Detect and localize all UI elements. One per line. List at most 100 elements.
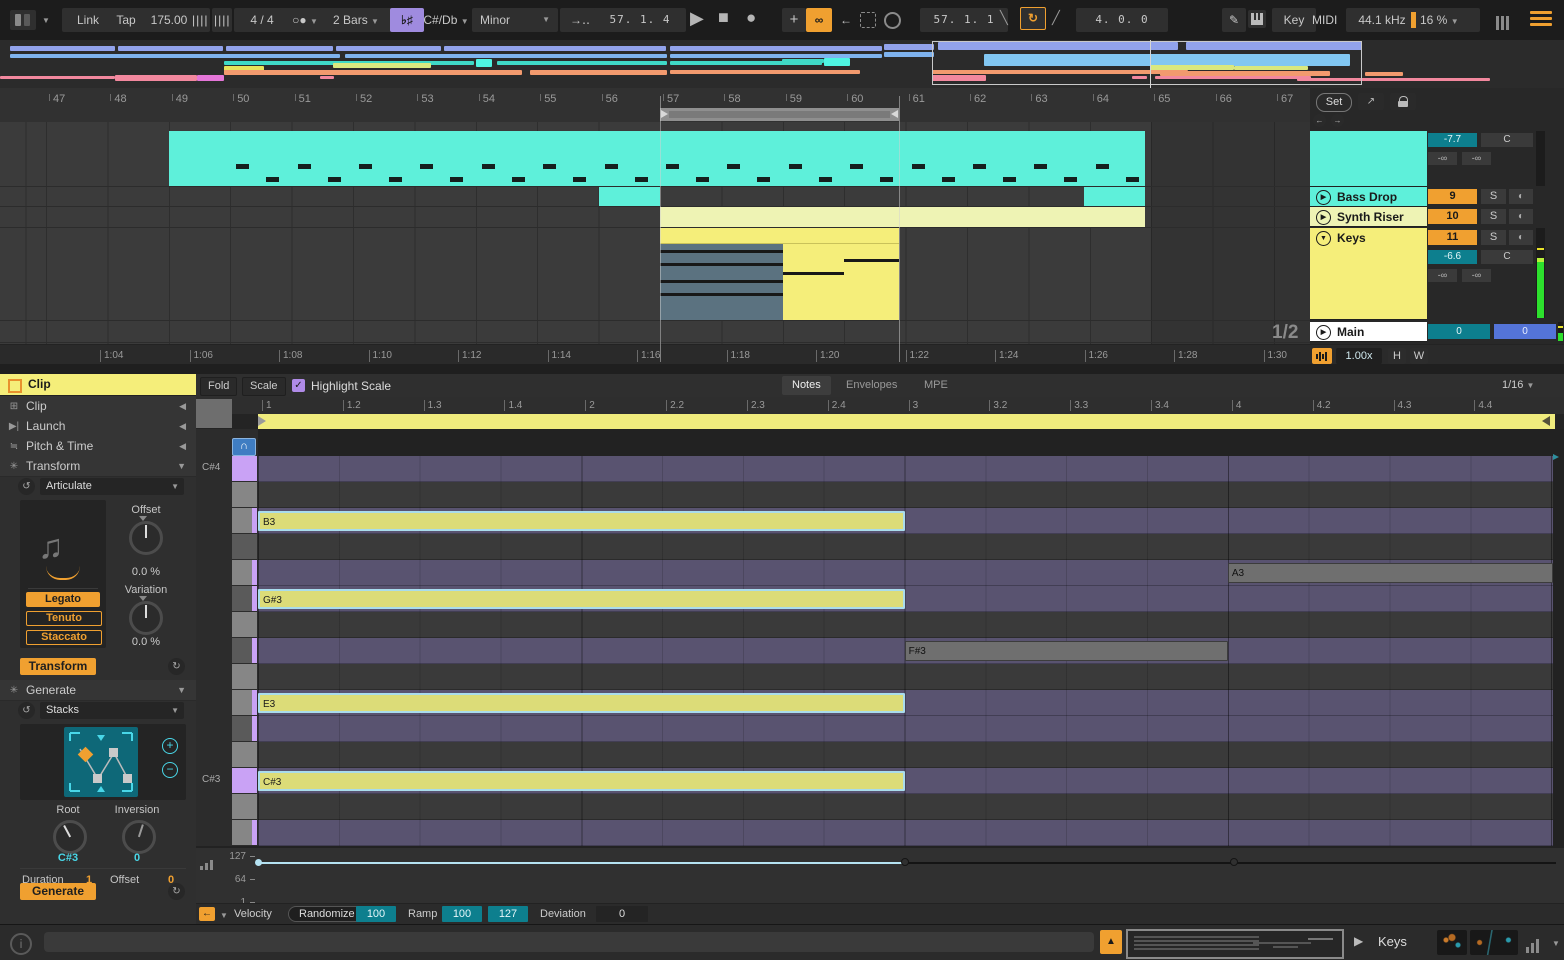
- note-row-C#4[interactable]: [258, 456, 1553, 482]
- info-icon[interactable]: i: [10, 933, 32, 955]
- inversion-value[interactable]: 0: [104, 852, 170, 864]
- randomize-button[interactable]: Randomize: [288, 906, 366, 922]
- bar-number[interactable]: 48: [110, 94, 126, 101]
- punch-out-button[interactable]: ╱: [1052, 10, 1060, 26]
- fold-arrow-icon[interactable]: ▼: [1316, 231, 1331, 246]
- track-activator-button[interactable]: ◐: [1509, 189, 1533, 204]
- generate-apply-button[interactable]: Generate: [20, 883, 96, 900]
- generate-mode-menu[interactable]: Stacks▼: [40, 702, 184, 719]
- bar-number[interactable]: 62: [970, 94, 986, 101]
- note-row-C4[interactable]: [258, 482, 1553, 508]
- bar-number[interactable]: 66: [1216, 94, 1232, 101]
- note-row-G3[interactable]: [258, 612, 1553, 638]
- piano-key-F3[interactable]: [232, 664, 257, 689]
- arrangement-lanes[interactable]: [0, 122, 1310, 344]
- start-marker-icon[interactable]: [258, 416, 266, 426]
- midi-note-B3[interactable]: B3: [258, 511, 905, 531]
- arm-input-box[interactable]: 9: [1428, 189, 1477, 204]
- nudge-down-button[interactable]: ||||: [190, 8, 210, 32]
- key-map-button[interactable]: Key: [1272, 8, 1316, 32]
- note-grid[interactable]: B3G#3E3C#3F#3A3: [258, 456, 1553, 846]
- meter-caret-icon[interactable]: ▼: [1552, 939, 1560, 948]
- keys-arrangement-clip[interactable]: [660, 228, 899, 320]
- send-b-field[interactable]: -∞: [1462, 269, 1491, 282]
- pan-field[interactable]: C: [1481, 133, 1533, 147]
- midi-note-C#3[interactable]: C#3: [258, 771, 905, 791]
- arrangement-clip[interactable]: [1084, 187, 1145, 206]
- piano-roll-loop-bar[interactable]: [196, 414, 1564, 429]
- stop-button[interactable]: ■: [718, 7, 729, 28]
- transform-reapply-button[interactable]: ↻: [168, 658, 185, 675]
- beat-number[interactable]: 1: [262, 400, 272, 411]
- bar-number[interactable]: 57: [663, 94, 679, 101]
- highlight-scale-checkbox[interactable]: ✓: [292, 379, 305, 392]
- width-zoom-button[interactable]: W: [1410, 348, 1428, 364]
- track-play-icon[interactable]: ▶: [1316, 325, 1331, 340]
- piano-key-G3[interactable]: [232, 612, 257, 637]
- beat-number[interactable]: 3.2: [989, 400, 1007, 411]
- key-scale-menu[interactable]: Minor▼: [472, 8, 558, 32]
- randomize-amount-field[interactable]: 100: [356, 906, 396, 922]
- main-volume-field[interactable]: 0: [1428, 324, 1490, 339]
- lock-icon-button[interactable]: [1390, 93, 1416, 110]
- beat-number[interactable]: 1.4: [504, 400, 522, 411]
- loop-button[interactable]: ↻: [1020, 7, 1046, 30]
- clip-view-toggle-button[interactable]: ▲: [1100, 930, 1122, 954]
- height-zoom-button[interactable]: H: [1388, 348, 1406, 364]
- solo-button[interactable]: S: [1481, 230, 1506, 245]
- tenuto-button[interactable]: Tenuto: [26, 611, 102, 626]
- arrangement-loop-brace[interactable]: [660, 108, 899, 121]
- piano-key-B3[interactable]: [232, 508, 257, 533]
- stacks-add-button[interactable]: +: [162, 738, 178, 754]
- draw-pencil-button[interactable]: ✎: [1222, 8, 1246, 32]
- midi-keyboard-button[interactable]: [1248, 10, 1266, 28]
- note-row-D#3[interactable]: [258, 716, 1553, 742]
- variation-value[interactable]: 0.0 %: [118, 636, 174, 648]
- overview-view-box[interactable]: [932, 41, 1362, 85]
- transform-refresh-button[interactable]: ↺: [18, 478, 35, 495]
- legato-button[interactable]: Legato: [26, 592, 100, 607]
- piano-key-E3[interactable]: [232, 690, 257, 715]
- root-value[interactable]: C#3: [40, 852, 96, 864]
- stacks-visualizer[interactable]: [64, 727, 138, 797]
- window-icon[interactable]: [10, 10, 36, 30]
- main-pan-field[interactable]: 0: [1494, 324, 1556, 339]
- preview-play-button[interactable]: ▶: [1354, 934, 1363, 948]
- beat-number[interactable]: 1.3: [424, 400, 442, 411]
- bar-number[interactable]: 55: [540, 94, 556, 101]
- set-button[interactable]: Set: [1316, 93, 1352, 112]
- variation-knob[interactable]: [129, 601, 163, 635]
- solo-button[interactable]: S: [1481, 209, 1506, 224]
- device-thumbnail[interactable]: [1437, 930, 1467, 955]
- ramp-to-field[interactable]: 127: [488, 906, 528, 922]
- note-row-A#3[interactable]: [258, 534, 1553, 560]
- deviation-field[interactable]: 0: [596, 906, 648, 922]
- device-thumbnail[interactable]: [1470, 930, 1518, 955]
- zoom-to-fit-button[interactable]: ↗: [1358, 93, 1384, 110]
- midi-note-G#3[interactable]: G#3: [258, 589, 905, 609]
- velocity-start-dot[interactable]: [255, 859, 262, 866]
- generate-refresh-button[interactable]: ↺: [18, 702, 35, 719]
- send-a-field[interactable]: -∞: [1428, 152, 1457, 165]
- velocity-lane[interactable]: 127641: [196, 846, 1564, 905]
- velocity-lane-icon[interactable]: [200, 852, 215, 870]
- offset-value[interactable]: 0.0 %: [118, 566, 174, 578]
- clip-loop-region[interactable]: [258, 414, 1555, 429]
- note-row-C3[interactable]: [258, 794, 1553, 820]
- beat-number[interactable]: 2.4: [828, 400, 846, 411]
- grid-value-menu[interactable]: 1/16 ▼: [1502, 379, 1534, 391]
- piano-key-C#3[interactable]: [232, 768, 257, 793]
- track-activator-button[interactable]: ◐: [1509, 230, 1533, 245]
- midi-note-E3[interactable]: E3: [258, 693, 905, 713]
- cpu-meter[interactable]: 16 % ▼: [1408, 8, 1480, 32]
- bar-number[interactable]: 67: [1277, 94, 1293, 101]
- record-button[interactable]: ●: [746, 8, 756, 28]
- note-row-B2[interactable]: [258, 820, 1553, 846]
- menu-icon[interactable]: [1530, 11, 1552, 29]
- volume-field[interactable]: -7.7: [1428, 133, 1477, 147]
- piano-key-C3[interactable]: [232, 794, 257, 819]
- beat-number[interactable]: 2.3: [747, 400, 765, 411]
- piano-key-C#4[interactable]: [232, 456, 257, 481]
- note-row-D3[interactable]: [258, 742, 1553, 768]
- marker-prev-button[interactable]: ←: [1313, 114, 1326, 127]
